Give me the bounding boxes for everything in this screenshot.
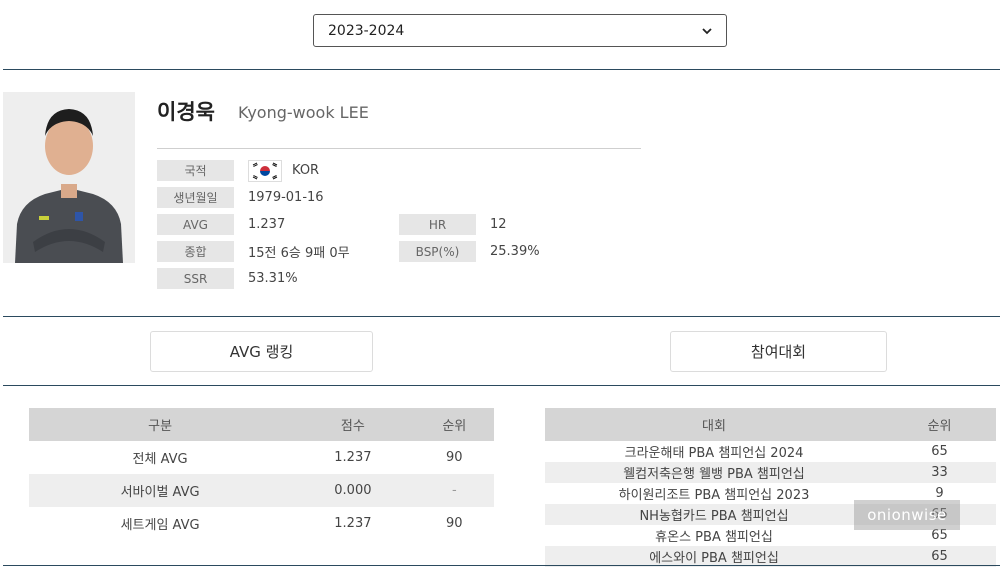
table-cell: 서바이벌 AVG [29, 474, 292, 507]
section-divider [3, 385, 1000, 386]
section-divider [3, 565, 1000, 566]
table-cell: - [414, 474, 494, 507]
table-row: 서바이벌 AVG 0.000 - [29, 474, 494, 507]
name-divider [157, 148, 641, 149]
table-row: 세트게임 AVG 1.237 90 [29, 507, 494, 540]
nationality-value: KOR [292, 163, 320, 178]
total-label: 종합 [157, 241, 234, 262]
korea-flag-icon [248, 160, 282, 182]
table-cell: 0.000 [291, 474, 415, 507]
table-cell: 90 [446, 516, 463, 531]
table-row: 전체 AVG 1.237 90 [29, 441, 494, 474]
tournament-rank: 65 [931, 444, 948, 459]
player-name-english: Kyong-wook LEE [238, 103, 369, 122]
avg-label: AVG [157, 214, 234, 235]
player-photo [3, 92, 135, 263]
table-cell: 전체 AVG [132, 452, 188, 467]
column-header: 점수 [291, 408, 415, 441]
hr-value: 12 [490, 217, 507, 232]
tournament-name: 에스와이 PBA 챔피언십 [545, 546, 883, 567]
hr-label: HR [399, 214, 476, 235]
watermark: onionwise [854, 500, 960, 530]
table-header-row: 구분 점수 순위 [29, 408, 494, 441]
bsp-label: BSP(%) [399, 241, 476, 262]
column-header: 순위 [883, 408, 996, 441]
chevron-down-icon [702, 27, 712, 34]
table-row[interactable]: 에스와이 PBA 챔피언십 65 [545, 546, 996, 567]
tournaments-table: 대회 순위 크라운해태 PBA 챔피언십 2024 65 웰컴저축은행 웰뱅 P… [545, 408, 996, 567]
avg-value: 1.237 [248, 217, 286, 232]
total-value: 15전 6승 9패 0무 [248, 246, 350, 261]
ssr-label: SSR [157, 268, 234, 289]
table-header-row: 대회 순위 [545, 408, 996, 441]
tournament-rank: 65 [883, 546, 996, 567]
season-select-value: 2023-2024 [328, 22, 405, 39]
season-select[interactable]: 2023-2024 [313, 14, 727, 47]
avg-ranking-table: 구분 점수 순위 전체 AVG 1.237 90 서바이벌 AVG 0.000 … [29, 408, 494, 540]
section-divider [3, 69, 1000, 70]
table-row[interactable]: 웰컴저축은행 웰뱅 PBA 챔피언십 33 [545, 462, 996, 483]
bsp-value: 25.39% [490, 244, 540, 259]
tournament-name: 휴온스 PBA 챔피언십 [655, 530, 773, 545]
tournament-name: 하이원리조트 PBA 챔피언십 2023 [618, 488, 810, 503]
avg-ranking-button[interactable]: AVG 랭킹 [150, 331, 373, 372]
table-row[interactable]: 크라운해태 PBA 챔피언십 2024 65 [545, 441, 996, 462]
table-cell: 1.237 [334, 450, 372, 465]
column-header: 구분 [29, 408, 292, 441]
birth-label: 생년월일 [157, 187, 234, 208]
nationality-label: 국적 [157, 160, 234, 181]
tournament-rank: 33 [883, 462, 996, 483]
tournament-name: NH농협카드 PBA 챔피언십 [545, 504, 883, 525]
table-cell: 90 [446, 450, 463, 465]
birth-value: 1979-01-16 [248, 190, 324, 205]
column-header: 대회 [545, 408, 883, 441]
tournament-name: 크라운해태 PBA 챔피언십 2024 [624, 446, 804, 461]
table-cell: 세트게임 AVG [120, 518, 200, 533]
table-cell: 1.237 [334, 516, 372, 531]
section-divider [3, 316, 1000, 317]
player-name-korean: 이경욱 [157, 100, 215, 124]
tournaments-button[interactable]: 참여대회 [670, 331, 887, 372]
column-header: 순위 [414, 408, 494, 441]
ssr-value: 53.31% [248, 271, 298, 286]
tournament-name: 웰컴저축은행 웰뱅 PBA 챔피언십 [545, 462, 883, 483]
